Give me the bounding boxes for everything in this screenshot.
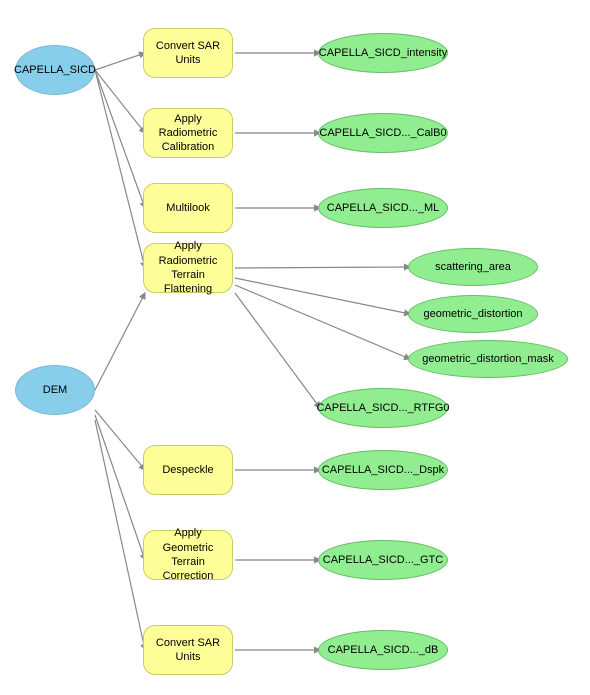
despeckle-node[interactable]: Despeckle xyxy=(143,445,233,495)
apply-radio-cal-node[interactable]: Apply Radiometric Calibration xyxy=(143,108,233,158)
out-gtc-label: CAPELLA_SICD..._GTC xyxy=(323,554,443,566)
out-rtfg0-node[interactable]: CAPELLA_SICD..._RTFG0 xyxy=(318,388,448,428)
workflow-diagram: CAPELLA_SICD DEM Convert SAR Units Apply… xyxy=(0,0,590,695)
out-db-label: CAPELLA_SICD..._dB xyxy=(328,644,439,656)
apply-gtc-node[interactable]: Apply Geometric Terrain Correction xyxy=(143,530,233,580)
dem-label: DEM xyxy=(43,384,67,396)
dem-node[interactable]: DEM xyxy=(15,365,95,415)
out-db-node[interactable]: CAPELLA_SICD..._dB xyxy=(318,630,448,670)
out-gtc-node[interactable]: CAPELLA_SICD..._GTC xyxy=(318,540,448,580)
convert-sar-2-node[interactable]: Convert SAR Units xyxy=(143,625,233,675)
out-calb0-node[interactable]: CAPELLA_SICD..._CalB0 xyxy=(318,113,448,153)
out-ml-label: CAPELLA_SICD..._ML xyxy=(327,202,440,214)
apply-rtf-node[interactable]: Apply Radiometric Terrain Flattening xyxy=(143,243,233,293)
multilook-node[interactable]: Multilook xyxy=(143,183,233,233)
convert-sar-2-label: Convert SAR Units xyxy=(148,636,228,665)
out-scattering-label: scattering_area xyxy=(435,261,511,273)
capella-sicd-node[interactable]: CAPELLA_SICD xyxy=(15,45,95,95)
out-dspk-label: CAPELLA_SICD..._Dspk xyxy=(322,464,444,476)
out-geodist-node[interactable]: geometric_distortion xyxy=(408,295,538,333)
out-dspk-node[interactable]: CAPELLA_SICD..._Dspk xyxy=(318,450,448,490)
out-rtfg0-label: CAPELLA_SICD..._RTFG0 xyxy=(316,402,449,414)
out-calb0-label: CAPELLA_SICD..._CalB0 xyxy=(319,127,446,139)
capella-sicd-label: CAPELLA_SICD xyxy=(14,64,96,76)
out-geodist-mask-label: geometric_distortion_mask xyxy=(422,353,553,365)
despeckle-label: Despeckle xyxy=(162,463,213,477)
out-ml-node[interactable]: CAPELLA_SICD..._ML xyxy=(318,188,448,228)
convert-sar-1-label: Convert SAR Units xyxy=(148,39,228,68)
out-geodist-label: geometric_distortion xyxy=(423,308,522,320)
out-scattering-node[interactable]: scattering_area xyxy=(408,248,538,286)
apply-rtf-label: Apply Radiometric Terrain Flattening xyxy=(148,239,228,296)
out-intensity-label: CAPELLA_SICD_intensity xyxy=(319,47,447,59)
out-geodist-mask-node[interactable]: geometric_distortion_mask xyxy=(408,340,568,378)
out-intensity-node[interactable]: CAPELLA_SICD_intensity xyxy=(318,33,448,73)
convert-sar-1-node[interactable]: Convert SAR Units xyxy=(143,28,233,78)
apply-radio-cal-label: Apply Radiometric Calibration xyxy=(148,112,228,155)
apply-gtc-label: Apply Geometric Terrain Correction xyxy=(148,526,228,583)
multilook-label: Multilook xyxy=(166,201,209,215)
